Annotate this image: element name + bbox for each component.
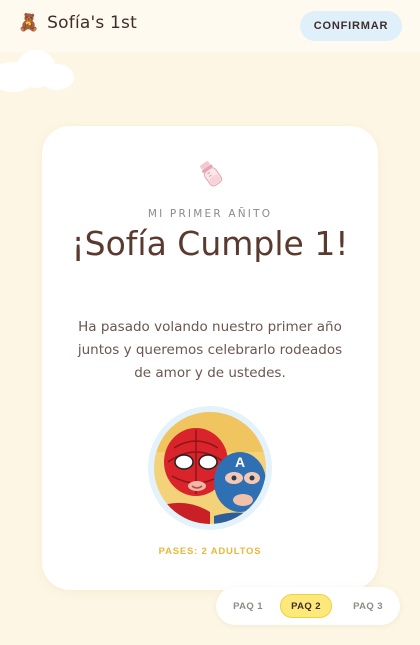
tab-paq-3[interactable]: PAQ 3 bbox=[342, 594, 394, 618]
teddy-bear-icon: 🧸 bbox=[18, 12, 40, 33]
brand-title: Sofía's 1st bbox=[47, 13, 137, 33]
tab-paq-2[interactable]: PAQ 2 bbox=[280, 594, 332, 618]
cloud-decoration bbox=[0, 48, 80, 92]
package-pager: PAQ 1 PAQ 2 PAQ 3 bbox=[216, 587, 400, 625]
confirm-button[interactable]: CONFIRMAR bbox=[300, 11, 402, 41]
invitation-message: Ha pasado volando nuestro primer año jun… bbox=[77, 319, 343, 381]
app-header: 🧸 Sofía's 1st CONFIRMAR bbox=[0, 0, 420, 52]
invitation-card: MI PRIMER AÑITO ¡Sofía Cumple 1! Ha pasa… bbox=[42, 126, 378, 590]
page-title: ¡Sofía Cumple 1! bbox=[71, 224, 349, 263]
baby-bottle-icon bbox=[200, 161, 223, 187]
photo-frame: A bbox=[148, 406, 272, 530]
brand: 🧸 Sofía's 1st bbox=[18, 13, 137, 33]
eyebrow-label: MI PRIMER AÑITO bbox=[147, 208, 273, 220]
kids-superhero-masks-photo: A bbox=[154, 412, 266, 524]
svg-text:A: A bbox=[235, 454, 245, 470]
tab-paq-1[interactable]: PAQ 1 bbox=[222, 594, 274, 618]
passes-label: PASES: 2 ADULTOS bbox=[158, 546, 262, 557]
